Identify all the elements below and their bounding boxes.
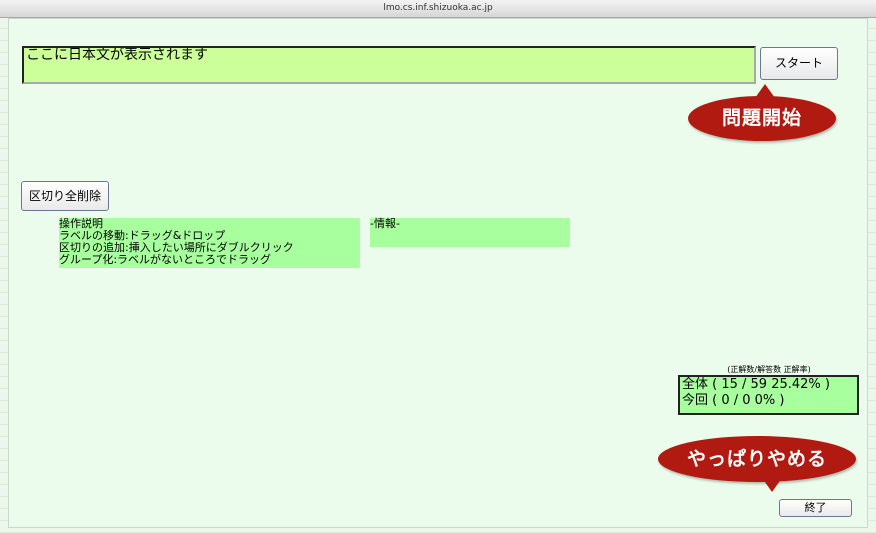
quit-callout: やっぱりやめる [658, 436, 856, 492]
japanese-text-display: ここに日本文が表示されます [22, 46, 756, 84]
start-callout: 問題開始 [688, 84, 836, 141]
browser-title-bar: lmo.cs.inf.shizuoka.ac.jp [0, 0, 876, 18]
start-callout-tail [755, 84, 775, 98]
info-title: -情報- [370, 217, 400, 230]
start-button[interactable]: スタート [760, 47, 838, 80]
quit-callout-text: やっぱりやめる [686, 448, 827, 470]
url-text: lmo.cs.inf.shizuoka.ac.jp [383, 3, 493, 13]
end-button[interactable]: 終了 [779, 499, 852, 517]
score-total: 全体 ( 15 / 59 25.42% ) [682, 377, 830, 392]
instructions-line: グループ化:ラベルがないところでドラッグ [59, 253, 272, 266]
score-caption: (正解数/解答数 正解率) [727, 365, 811, 374]
instructions-panel: 操作説明 ラベルの移動:ドラッグ&ドロップ 区切りの追加:挿入したい場所にダブル… [59, 218, 360, 268]
clear-all-separators-button[interactable]: 区切り全削除 [21, 181, 109, 211]
start-callout-text: 問題開始 [721, 107, 802, 129]
score-current: 今回 ( 0 / 0 0% ) [682, 393, 785, 408]
quit-callout-tail [762, 478, 782, 492]
info-panel: -情報- [370, 218, 570, 247]
display-text: ここに日本文が表示されます [26, 47, 208, 63]
score-panel: 全体 ( 15 / 59 25.42% ) 今回 ( 0 / 0 0% ) [678, 375, 859, 415]
